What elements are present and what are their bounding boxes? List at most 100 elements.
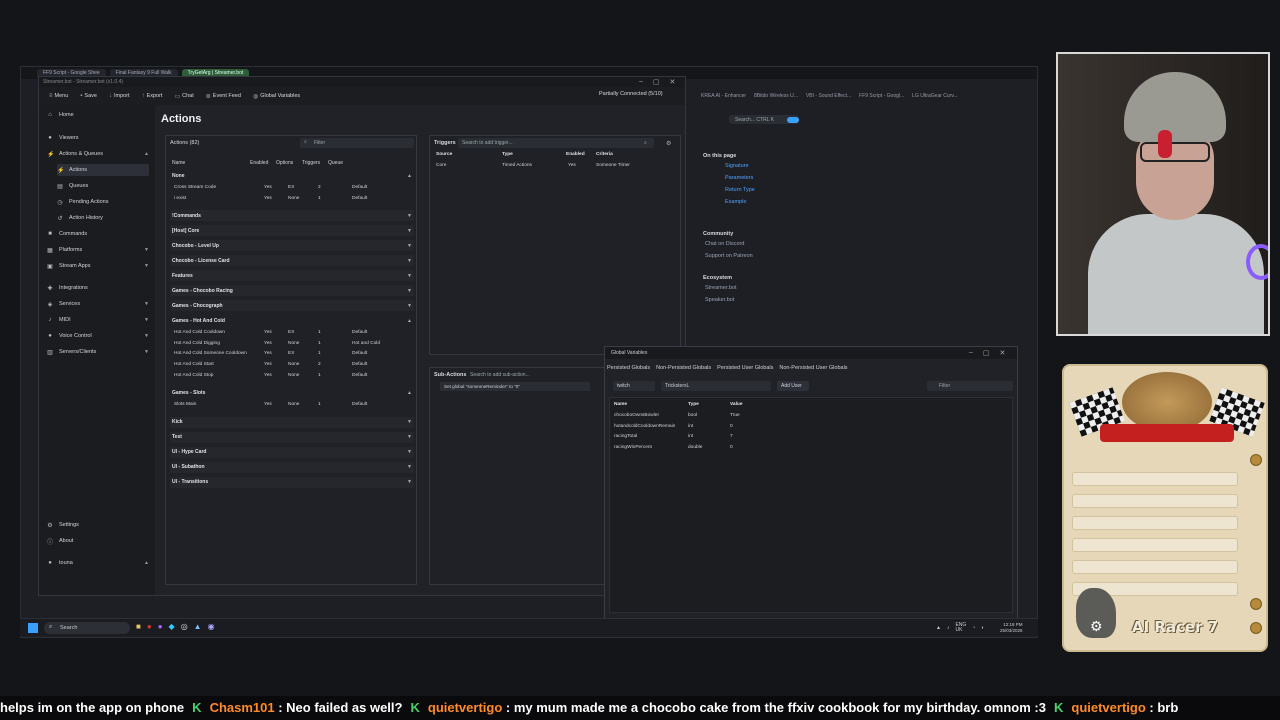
wifi-icon[interactable]: ◔ — [972, 625, 975, 631]
app-icon[interactable]: ● — [158, 622, 163, 631]
volume-icon[interactable]: ◐ — [981, 625, 984, 631]
actions-filter-input[interactable]: ⌕ Filter — [300, 138, 414, 148]
app-icon[interactable]: ◆ — [169, 622, 175, 631]
user-select[interactable]: TricksterxL — [661, 381, 771, 391]
nav-platforms[interactable]: ▦ Platforms ▼ — [47, 244, 149, 256]
action-group[interactable]: UI - Hype Card ▼ — [170, 446, 414, 458]
streamerbot-icon[interactable]: ◉ — [208, 622, 215, 631]
nav-midi[interactable]: ♪ MIDI ▼ — [47, 314, 150, 326]
import-button[interactable]: ↓ Import — [105, 93, 134, 99]
toc-link[interactable]: Return Type — [725, 187, 853, 193]
toc-link[interactable]: Parameters — [725, 175, 853, 181]
speaker-icon[interactable]: ♪ — [947, 625, 950, 631]
taskbar-search[interactable]: ⌕ Search — [44, 622, 130, 634]
app-icon[interactable]: ● — [147, 622, 152, 631]
ecosystem-link[interactable]: Speaker.bot — [705, 297, 853, 303]
nav-stream-apps[interactable]: ▣ Stream Apps ▼ — [47, 260, 149, 272]
action-group[interactable]: !Commands ▼ — [170, 210, 414, 222]
action-group[interactable]: Games - Hot And Cold ▲ — [170, 315, 414, 326]
nav-servers-clients[interactable]: ▥ Servers/Clients ▼ — [47, 346, 149, 358]
folder-icon[interactable]: ■ — [136, 622, 141, 631]
nav-settings[interactable]: ⚙ Settings — [47, 519, 149, 531]
table-row[interactable]: chocoboOwnsBowler bool True — [612, 411, 812, 421]
table-row[interactable]: Hot And Cold Stop Yes None 1 Default — [170, 371, 414, 381]
table-row[interactable]: Hot And Cold Digging Yes None 1 Hot and Cold — [170, 339, 414, 349]
nav-integrations[interactable]: ✚ Integrations — [47, 282, 149, 294]
app-icon[interactable]: ▲ — [194, 622, 202, 631]
windows-start-icon[interactable] — [28, 623, 38, 633]
nav-viewers[interactable]: ● Viewers — [47, 132, 149, 144]
save-button[interactable]: ▪ Save — [76, 93, 101, 99]
clock[interactable]: 12:18 PM 25/03/2026 — [1000, 622, 1023, 634]
action-group[interactable]: UI - Subathon ▼ — [170, 461, 414, 473]
minimize-icon[interactable]: – — [969, 349, 973, 357]
action-group[interactable]: Games - Chocobo Racing ▼ — [170, 285, 414, 297]
action-group[interactable]: UI - Transitions ▼ — [170, 476, 414, 488]
nav-voice-control[interactable]: ● Voice Control ▼ — [47, 330, 149, 342]
theme-toggle[interactable] — [787, 117, 799, 123]
column-header[interactable]: Triggers — [302, 160, 320, 166]
action-group[interactable]: Kick ▼ — [170, 416, 414, 428]
toc-link[interactable]: Example — [725, 199, 853, 205]
table-row[interactable]: Hot And Cold Start Yes None 2 Default — [170, 360, 414, 370]
nav-services[interactable]: ◈ Services ▼ — [47, 298, 149, 310]
bookmark[interactable]: VBI - Sound Effect... — [806, 93, 851, 99]
export-button[interactable]: ↑ Export — [138, 93, 167, 99]
trigger-search-input[interactable]: Search to add trigger... — [458, 138, 654, 148]
close-icon[interactable]: ✕ — [1000, 349, 1006, 357]
table-row[interactable]: Cross Stream Code Yes EX 2 Default — [170, 183, 414, 193]
action-group[interactable]: None ▲ — [170, 170, 414, 181]
nav-home[interactable]: ⌂ Home — [47, 109, 149, 121]
table-row[interactable]: Core Timed Actions Yes Someone Timer — [434, 161, 678, 171]
connection-status[interactable]: Partially Connected (5/10) — [599, 91, 663, 97]
bookmark[interactable]: 8Bitdo Wireless U... — [754, 93, 798, 99]
global-variables-button[interactable]: ◍ Global Variables — [249, 93, 304, 100]
bookmark[interactable]: FF9 Script - Googl... — [859, 93, 904, 99]
table-row[interactable]: hotandcoldCooldownRemain int 0 — [612, 422, 812, 432]
tab-non-persisted-globals[interactable]: Non-Persisted Globals — [656, 365, 711, 371]
nav-user[interactable]: ● touna ▲ — [47, 557, 149, 569]
column-header[interactable]: Name — [172, 160, 185, 166]
table-row[interactable]: i exist Yes None 1 Default — [170, 194, 414, 204]
minimize-icon[interactable]: – — [639, 78, 643, 86]
table-row[interactable]: racingWinPercent double 0 — [612, 443, 812, 453]
action-group[interactable]: Chocobo - License Card ▼ — [170, 255, 414, 267]
action-group[interactable]: Chocobo - Level Up ▼ — [170, 240, 414, 252]
maximize-icon[interactable]: ▢ — [653, 78, 660, 86]
close-icon[interactable]: ✕ — [670, 78, 676, 86]
community-link[interactable]: Support on Patreon — [705, 253, 853, 259]
chat-button[interactable]: ▭ Chat — [170, 93, 197, 100]
column-header[interactable]: Queue — [328, 160, 343, 166]
subaction-search-input[interactable]: Search to add sub-action... — [466, 370, 566, 380]
app-icon[interactable]: ◎ — [181, 622, 188, 631]
ecosystem-link[interactable]: Streamer.bot — [705, 285, 853, 291]
column-header[interactable]: Enabled — [250, 160, 268, 166]
bookmark[interactable]: LG UltraGear Curv... — [912, 93, 957, 99]
toc-link[interactable]: Signature — [725, 163, 853, 169]
nav-action-history[interactable]: ↺ Action History — [57, 212, 149, 224]
table-row[interactable]: racingTotal int 7 — [612, 432, 812, 442]
tab-persisted-user-globals[interactable]: Persisted User Globals — [717, 365, 773, 371]
nav-queues[interactable]: ▤ Queues — [57, 180, 149, 192]
gear-icon[interactable]: ⚙ — [666, 140, 671, 147]
action-group[interactable]: [Host] Core ▼ — [170, 225, 414, 237]
nav-about[interactable]: ⓘ About — [47, 535, 149, 547]
bookmark[interactable]: KREA AI - Enhancer — [701, 93, 746, 99]
nav-commands[interactable]: ■ Commands — [47, 228, 149, 240]
table-row[interactable]: Slots Main Yes None 1 Default — [170, 400, 414, 410]
column-header[interactable]: Options — [276, 160, 293, 166]
tab-non-persisted-user-globals[interactable]: Non-Persisted User Globals — [779, 365, 847, 371]
search-icon[interactable]: ⌕ — [644, 140, 647, 146]
platform-select[interactable]: twitch — [613, 381, 655, 391]
nav-actions-queues[interactable]: ⚡ Actions & Queues ▲ — [47, 148, 149, 160]
event-feed-button[interactable]: ≣ Event Feed — [202, 93, 245, 100]
table-row[interactable]: Hot And Cold Cooldown Yes EX 1 Default — [170, 328, 414, 338]
community-link[interactable]: Chat on Discord — [705, 241, 853, 247]
subaction-item[interactable]: Set global "someoneReminder" to "0" — [440, 382, 590, 391]
table-row[interactable]: Hot And Cold Someone Cooldown Yes EX 1 Defau… — [170, 349, 414, 359]
action-group[interactable]: Games - Slots ▲ — [170, 387, 414, 398]
action-group[interactable]: Features ▼ — [170, 270, 414, 282]
chevron-up-icon[interactable]: ▲ — [936, 625, 941, 631]
gv-filter-input[interactable]: Filter — [927, 381, 1013, 391]
nav-pending-actions[interactable]: ◷ Pending Actions — [57, 196, 149, 208]
